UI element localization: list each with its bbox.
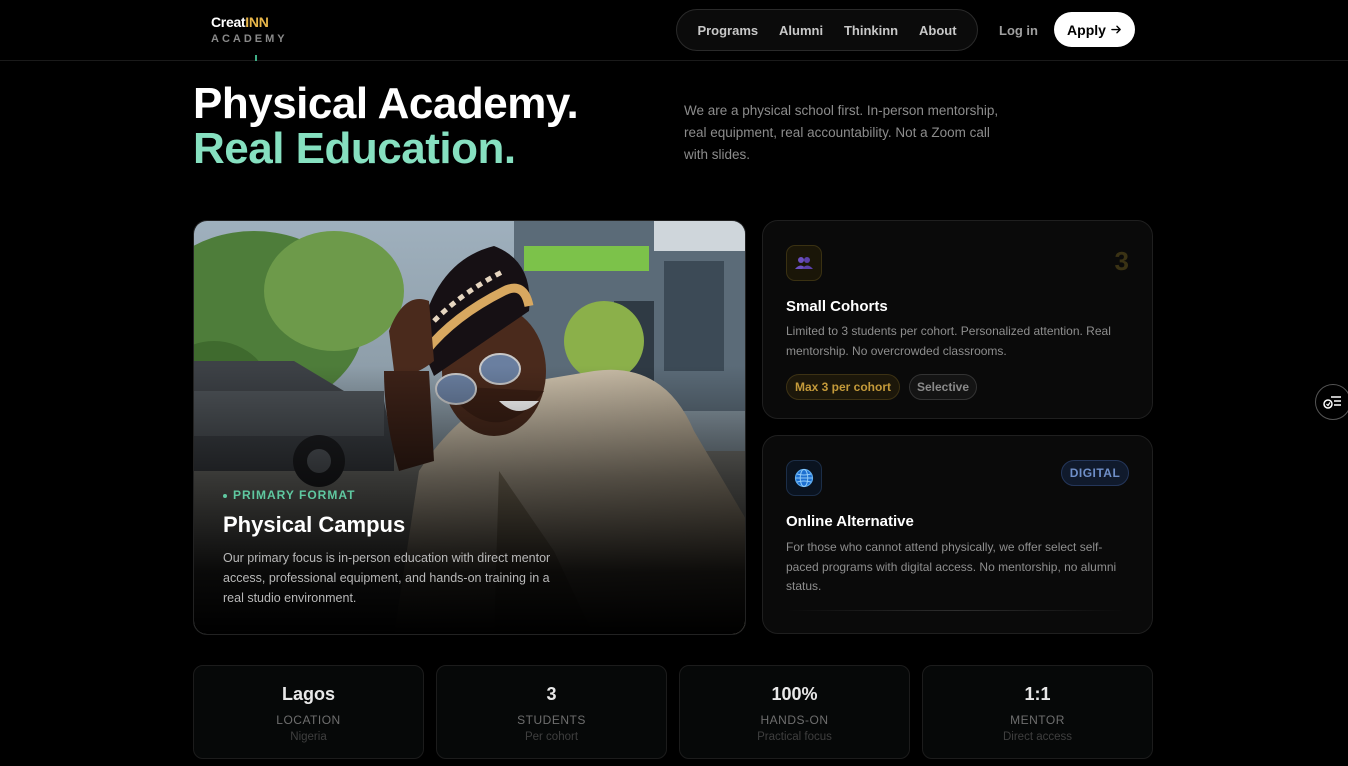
selective-badge: Selective [909, 374, 977, 400]
online-title: Online Alternative [786, 513, 914, 530]
accessibility-widget-button[interactable] [1315, 384, 1348, 420]
physical-campus-card: PRIMARY FORMAT Physical Campus Our prima… [193, 220, 746, 635]
stat-mentor: 1:1 MENTOR Direct access [922, 665, 1153, 759]
logo-wordmark: CreatINN [211, 14, 288, 30]
users-icon [795, 257, 813, 269]
stat-sub: Practical focus [757, 731, 832, 743]
hero-title: Physical Academy. Real Education. [193, 79, 579, 173]
site-header: CreatINN ACADEMY Programs Alumni Thinkin… [0, 0, 1348, 61]
campus-tag-label: PRIMARY FORMAT [233, 488, 356, 502]
nav-programs[interactable]: Programs [697, 23, 758, 38]
hero-description: We are a physical school first. In-perso… [684, 103, 999, 162]
hero-title-line1: Physical Academy. [193, 79, 579, 128]
logo-part2: INN [245, 14, 269, 30]
stat-sub: Per cohort [524, 731, 579, 743]
stat-value: 1:1 [1024, 684, 1051, 704]
main-nav: Programs Alumni Thinkinn About [676, 9, 978, 51]
stat-value: 3 [546, 684, 557, 704]
arrow-right-icon [1111, 25, 1121, 34]
nav-thinkinn[interactable]: Thinkinn [844, 23, 898, 38]
stat-sub: Direct access [1002, 731, 1073, 743]
online-alternative-card: DIGITAL Online Alternative For those who… [762, 435, 1153, 634]
section-marker [255, 55, 257, 61]
stat-value: Lagos [281, 684, 335, 704]
globe-icon [794, 468, 814, 488]
hero-title-line2: Real Education. [193, 124, 516, 173]
card-divider [786, 610, 1126, 611]
stat-label: HANDS-ON [760, 713, 829, 727]
campus-description: Our primary focus is in-person education… [223, 551, 551, 605]
stat-students: 3 STUDENTS Per cohort [436, 665, 667, 759]
online-icon-box [786, 460, 822, 496]
campus-title: Physical Campus [223, 512, 406, 537]
nav-alumni[interactable]: Alumni [779, 23, 823, 38]
logo-subtitle: ACADEMY [211, 33, 288, 45]
digital-badge: DIGITAL [1061, 460, 1129, 486]
apply-label: Apply [1067, 21, 1106, 38]
logo-part1: Creat [211, 14, 246, 30]
stat-location: Lagos LOCATION Nigeria [193, 665, 424, 759]
nav-about[interactable]: About [919, 23, 957, 38]
apply-button[interactable]: Apply [1054, 12, 1135, 47]
stat-label: STUDENTS [517, 713, 586, 727]
logo[interactable]: CreatINN ACADEMY [211, 14, 288, 45]
cohorts-description: Limited to 3 students per cohort. Person… [786, 324, 1111, 358]
stat-label: MENTOR [1010, 713, 1065, 727]
stat-sub: Nigeria [290, 731, 327, 743]
cohorts-title: Small Cohorts [786, 298, 888, 315]
accessibility-menu-icon [1323, 396, 1341, 409]
stat-hands-on: 100% HANDS-ON Practical focus [679, 665, 910, 759]
login-link[interactable]: Log in [999, 23, 1038, 38]
stat-label: LOCATION [276, 713, 341, 727]
stat-value: 100% [771, 684, 818, 704]
cohort-icon-box [786, 245, 822, 281]
max-cohort-badge: Max 3 per cohort [786, 374, 900, 400]
online-description: For those who cannot attend physically, … [786, 540, 1117, 593]
campus-tag: PRIMARY FORMAT [223, 488, 355, 502]
small-cohorts-card: 3 Small Cohorts Limited to 3 students pe… [762, 220, 1153, 419]
tag-dot-icon [223, 493, 227, 498]
cohort-number: 3 [1114, 246, 1129, 276]
